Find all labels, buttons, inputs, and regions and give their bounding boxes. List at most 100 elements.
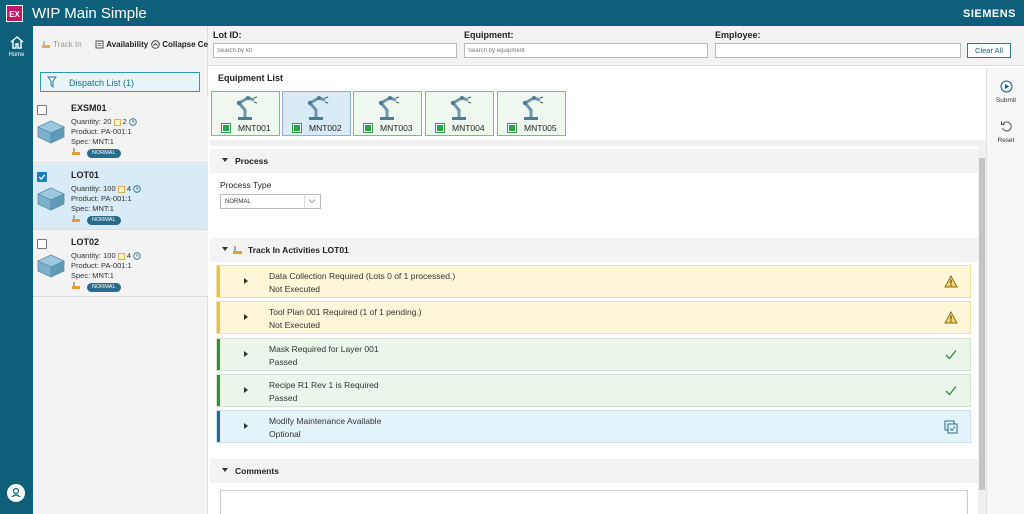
lot-count: 2 (122, 117, 127, 126)
activity-status: Not Executed (269, 320, 321, 330)
warning-icon (944, 275, 958, 288)
dispatch-list-button[interactable]: Dispatch List (1) (40, 72, 200, 92)
track-in-button[interactable]: Track In (41, 40, 82, 49)
reset-button[interactable]: Reset (989, 120, 1023, 144)
lot-card[interactable]: LOT01 Quantity: 100 4 Product: PA-001:1 … (33, 164, 208, 230)
content-panel: Equipment List MNT001 MNT002 MNT003 MNT0… (210, 68, 986, 514)
lot-checkbox[interactable] (37, 105, 47, 115)
lot-checkbox[interactable] (37, 239, 47, 249)
collapse-triangle-icon (222, 247, 228, 251)
clear-all-button[interactable]: Clear All (967, 43, 1011, 58)
app-logo: EX (6, 5, 23, 22)
user-button[interactable] (7, 484, 25, 502)
flag-icon (113, 118, 121, 126)
status-bar (217, 339, 220, 370)
equipment-scrollbar[interactable] (210, 140, 978, 146)
equipment-tile[interactable]: MNT005 (497, 91, 566, 136)
status-bar (217, 266, 220, 297)
activity-title: Mask Required for Layer 001 (269, 344, 379, 354)
lot-spec: Spec: MNT:1 (71, 204, 114, 213)
status-bar (217, 411, 220, 442)
process-section-title: Process (235, 156, 269, 166)
activity-status: Passed (269, 393, 298, 403)
equipment-name: MNT001 (238, 123, 271, 133)
process-type-label: Process Type (220, 180, 272, 190)
employee-label: Employee: (715, 30, 761, 40)
robot-arm-icon (236, 96, 258, 120)
title-bar: EX WIP Main Simple SIEMENS (0, 0, 1024, 26)
chevron-right-icon[interactable] (244, 314, 248, 320)
chevron-down-icon (308, 199, 316, 204)
flag-icon (117, 252, 125, 260)
home-icon (10, 36, 23, 49)
equipment-tile[interactable]: MNT003 (353, 91, 422, 136)
collapse-triangle-icon (222, 468, 228, 472)
track-in-icon (233, 246, 242, 254)
activities-section-header[interactable]: Track In Activities LOT01 (210, 238, 978, 262)
lot-name: LOT01 (71, 170, 100, 180)
chevron-right-icon[interactable] (244, 423, 248, 429)
availability-button[interactable]: Availability (95, 40, 148, 49)
lot-product: Product: PA-001:1 (71, 194, 132, 203)
scrollbar-thumb[interactable] (979, 158, 985, 490)
lot-id-input[interactable] (213, 43, 457, 58)
equipment-input[interactable] (464, 43, 708, 58)
equipment-label: Equipment: (464, 30, 514, 40)
nav-home-button[interactable]: Home (3, 36, 30, 66)
equipment-name: MNT005 (524, 123, 557, 133)
reset-label: Reset (997, 137, 1015, 144)
lot-panel: Track In Availability Collapse Cell Disp… (33, 26, 212, 514)
activity-row[interactable]: Recipe R1 Rev 1 is Required Passed (216, 374, 971, 407)
equipment-tile[interactable]: MNT004 (425, 91, 494, 136)
activity-row[interactable]: Mask Required for Layer 001 Passed (216, 338, 971, 371)
filter-icon (47, 76, 57, 88)
dropdown-toggle[interactable] (304, 195, 320, 208)
lot-id-label: Lot ID: (213, 30, 242, 40)
track-in-icon (42, 40, 50, 48)
robot-arm-icon (378, 96, 400, 120)
reset-icon (1000, 121, 1012, 132)
left-nav: Home (0, 26, 33, 514)
check-icon (945, 386, 957, 396)
comments-section-header[interactable]: Comments (210, 459, 978, 483)
lot-card[interactable]: EXSM01 Quantity: 20 2 Product: PA-001:1 … (33, 97, 208, 163)
activity-row[interactable]: Tool Plan 001 Required (1 of 1 pending.)… (216, 301, 971, 334)
lot-checkbox[interactable] (37, 172, 47, 182)
activity-row[interactable]: Modify Maintenance Available Optional (216, 410, 971, 443)
lot-cube-icon (37, 187, 65, 211)
robot-arm-icon (307, 96, 329, 120)
status-badge: NORMAL (87, 149, 121, 158)
lot-card[interactable]: LOT02 Quantity: 100 4 Product: PA-001:1 … (33, 231, 208, 297)
brand-logo: SIEMENS (962, 8, 1016, 20)
content-scrollbar[interactable] (978, 140, 986, 514)
user-icon (11, 487, 21, 498)
process-type-select[interactable]: NORMAL (220, 194, 321, 209)
check-icon (38, 174, 46, 180)
equipment-tile[interactable]: MNT001 (211, 91, 280, 136)
status-badge: NORMAL (87, 283, 121, 292)
activity-row[interactable]: Data Collection Required (Lots 0 of 1 pr… (216, 265, 971, 298)
chevron-right-icon[interactable] (244, 351, 248, 357)
collapse-cell-button[interactable]: Collapse Cell (151, 40, 213, 50)
nav-home-label: Home (8, 52, 25, 58)
comments-textarea[interactable] (220, 490, 968, 514)
activity-status: Passed (269, 357, 298, 367)
equipment-tile[interactable]: MNT002 (282, 91, 351, 136)
submit-button[interactable]: Submit (989, 80, 1023, 104)
lot-spec: Spec: MNT:1 (71, 271, 114, 280)
lot-product: Product: PA-001:1 (71, 127, 132, 136)
check-icon (945, 350, 957, 360)
status-bar (217, 375, 220, 406)
flag-icon (117, 185, 125, 193)
warning-icon (944, 311, 958, 324)
comments-section-title: Comments (235, 466, 279, 476)
equipment-name: MNT003 (380, 123, 413, 133)
chevron-right-icon[interactable] (244, 387, 248, 393)
chevron-right-icon[interactable] (244, 278, 248, 284)
process-type-value: NORMAL (225, 199, 251, 205)
employee-input[interactable] (715, 43, 961, 58)
lot-count: 4 (126, 251, 131, 260)
process-section-header[interactable]: Process (210, 149, 978, 173)
online-status-icon (221, 123, 231, 133)
collapse-cell-label: Collapse Cell (162, 40, 213, 49)
